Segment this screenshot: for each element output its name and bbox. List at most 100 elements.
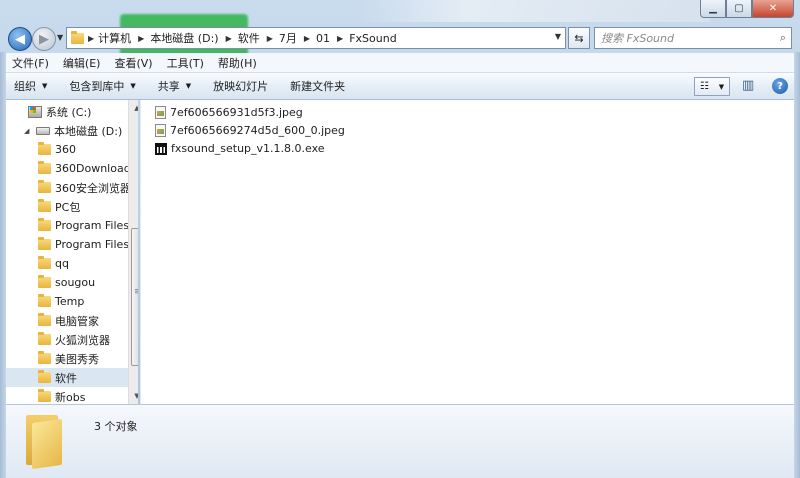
tree-item-label: qq [55, 257, 69, 270]
breadcrumb-item[interactable]: 计算机 ▶ [98, 30, 146, 46]
folder-icon [38, 389, 51, 402]
address-folder-icon [71, 30, 84, 44]
command-button[interactable]: 新建文件夹 [290, 78, 345, 94]
tree-item[interactable]: Program Files [38, 216, 129, 235]
expand-arrow-icon[interactable]: ◢ [24, 127, 32, 135]
search-box[interactable]: 搜索 FxSound ⌕ [594, 27, 792, 49]
image-file-icon [155, 124, 166, 137]
tree-item-label: Temp [55, 295, 85, 308]
preview-pane-button[interactable]: ▥ [742, 78, 754, 93]
drive-icon [36, 126, 50, 135]
folder-icon [26, 415, 64, 470]
crumb-separator-icon[interactable]: ▶ [304, 34, 310, 43]
menu-item[interactable]: 工具(T) [167, 55, 204, 71]
file-item[interactable]: 7ef6065669274d5d_600_0.jpeg [155, 122, 345, 139]
menu-item[interactable]: 帮助(H) [218, 55, 257, 71]
tree-item[interactable]: Program Files [38, 235, 129, 254]
tree-item-label: 电脑管家 [55, 314, 99, 328]
crumb-separator-icon[interactable]: ▶ [226, 34, 232, 43]
address-dropdown-icon[interactable]: ▼ [555, 32, 561, 41]
breadcrumb-item[interactable]: 01 ▶ [316, 32, 345, 45]
breadcrumb-label: FxSound [349, 31, 397, 45]
scrollbar-thumb[interactable] [131, 228, 138, 366]
tree-item[interactable]: 360安全浏览器 [38, 178, 131, 197]
menu-item[interactable]: 查看(V) [114, 55, 152, 71]
change-view-button[interactable]: ☷ ▼ [694, 77, 730, 96]
address-bar[interactable]: ▶ 计算机 ▶ 本地磁盘 (D:) ▶ 软件 ▶ 7月 ▶ 01 ▶ FxSound ▼ [66, 27, 566, 49]
tree-item[interactable]: ◢ 本地磁盘 (D:) [24, 121, 122, 140]
tree-item-label: 系统 (C:) [46, 105, 92, 119]
tree-item[interactable]: 火狐浏览器 [38, 330, 110, 349]
tree-item[interactable]: PC包 [38, 197, 80, 216]
crumb-separator-icon[interactable]: ▶ [138, 34, 144, 43]
refresh-button[interactable]: ⇆ [568, 27, 590, 49]
command-label: 共享 [157, 80, 180, 93]
folder-icon [38, 218, 51, 231]
system-drive-icon [28, 105, 42, 118]
address-row: ◀ ▶ ▼ ▶ 计算机 ▶ 本地磁盘 (D:) ▶ 软件 ▶ 7月 ▶ 01 ▶ FxSound ▼ ⇆… [0, 24, 800, 52]
crumb-separator-icon[interactable]: ▶ [267, 34, 273, 43]
folder-icon [38, 142, 51, 155]
executable-icon [155, 142, 167, 155]
breadcrumb-item[interactable]: FxSound [349, 32, 398, 45]
file-item[interactable]: fxsound_setup_v1.1.8.0.exe [155, 140, 325, 157]
command-button[interactable]: 包含到库中 ▼ [69, 78, 135, 94]
close-button[interactable]: ✕ [752, 0, 794, 18]
tree-item-label: 360Downloads [55, 162, 137, 175]
tree-item[interactable]: 美图秀秀 [38, 349, 99, 368]
command-button[interactable]: 共享 ▼ [158, 78, 191, 94]
folder-icon [38, 294, 51, 307]
breadcrumb-label: 计算机 [98, 32, 132, 45]
file-name: 7ef6065669274d5d_600_0.jpeg [170, 124, 345, 137]
tree-item[interactable]: 系统 (C:) [28, 102, 91, 121]
command-button[interactable]: 组织 ▼ [14, 78, 47, 94]
tree-item[interactable]: 电脑管家 [38, 311, 99, 330]
tree-item[interactable]: qq [38, 254, 69, 273]
command-label: 放映幻灯片 [213, 80, 269, 93]
folder-icon [38, 256, 51, 269]
recent-pages-dropdown[interactable]: ▼ [57, 33, 63, 42]
chevron-down-icon: ▼ [42, 82, 48, 90]
help-button[interactable]: ? [772, 78, 788, 94]
folder-icon [38, 313, 51, 326]
forward-button[interactable]: ▶ [32, 27, 56, 51]
menu-item[interactable]: 文件(F) [12, 55, 49, 71]
folder-icon [38, 199, 51, 212]
scroll-down-icon[interactable]: ▼ [129, 388, 138, 404]
minimize-button[interactable]: ▁ [700, 0, 726, 18]
breadcrumb-item[interactable]: 本地磁盘 (D:) ▶ [150, 30, 233, 46]
back-arrow-icon: ◀ [15, 31, 25, 47]
tree-item-label: 新obs [55, 390, 86, 404]
breadcrumb-item[interactable]: 软件 ▶ [238, 30, 275, 46]
navigation-pane: 系统 (C:) ◢ 本地磁盘 (D:) 360 360Downloads 360安全浏览器… [6, 100, 138, 404]
breadcrumb-item[interactable]: 7月 ▶ [279, 30, 312, 46]
command-label: 组织 [14, 80, 36, 93]
help-icon: ? [777, 80, 783, 92]
tree-item[interactable]: sougou [38, 273, 95, 292]
command-bar: 组织 ▼ 包含到库中 ▼ 共享 ▼ 放映幻灯片 新建文件夹 ☷ ▼ ▥ ? [6, 72, 794, 100]
breadcrumb-label: 软件 [237, 32, 260, 45]
search-input[interactable]: 搜索 FxSound [601, 30, 674, 46]
tree-item[interactable]: 360 [38, 140, 76, 159]
menu-item[interactable]: 编辑(E) [63, 55, 101, 71]
tree-item-label: sougou [55, 276, 96, 289]
search-icon[interactable]: ⌕ [780, 31, 786, 45]
back-button[interactable]: ◀ [8, 27, 32, 51]
tree-item[interactable]: 新obs [38, 387, 85, 404]
tree-item-label: Program Files [55, 238, 130, 251]
tree-item[interactable]: 360Downloads [38, 159, 136, 178]
breadcrumb-label: 本地磁盘 (D:) [150, 32, 219, 45]
tree-item[interactable]: 软件 [6, 368, 128, 387]
command-button[interactable]: 放映幻灯片 [213, 78, 268, 94]
window-controls: ▁ ▢ ✕ [700, 0, 794, 18]
tree-item[interactable]: Temp [38, 292, 84, 311]
breadcrumb-label: 7月 [278, 32, 297, 45]
file-item[interactable]: 7ef606566931d5f3.jpeg [155, 104, 303, 121]
crumb-separator-icon[interactable]: ▶ [88, 34, 94, 43]
maximize-button[interactable]: ▢ [726, 0, 752, 18]
crumb-separator-icon[interactable]: ▶ [337, 34, 343, 43]
navigation-scrollbar[interactable]: ▲ ▼ [128, 100, 138, 404]
window-right-border [794, 52, 800, 478]
tree-item-label: 美图秀秀 [55, 352, 99, 366]
scroll-up-icon[interactable]: ▲ [129, 100, 138, 116]
